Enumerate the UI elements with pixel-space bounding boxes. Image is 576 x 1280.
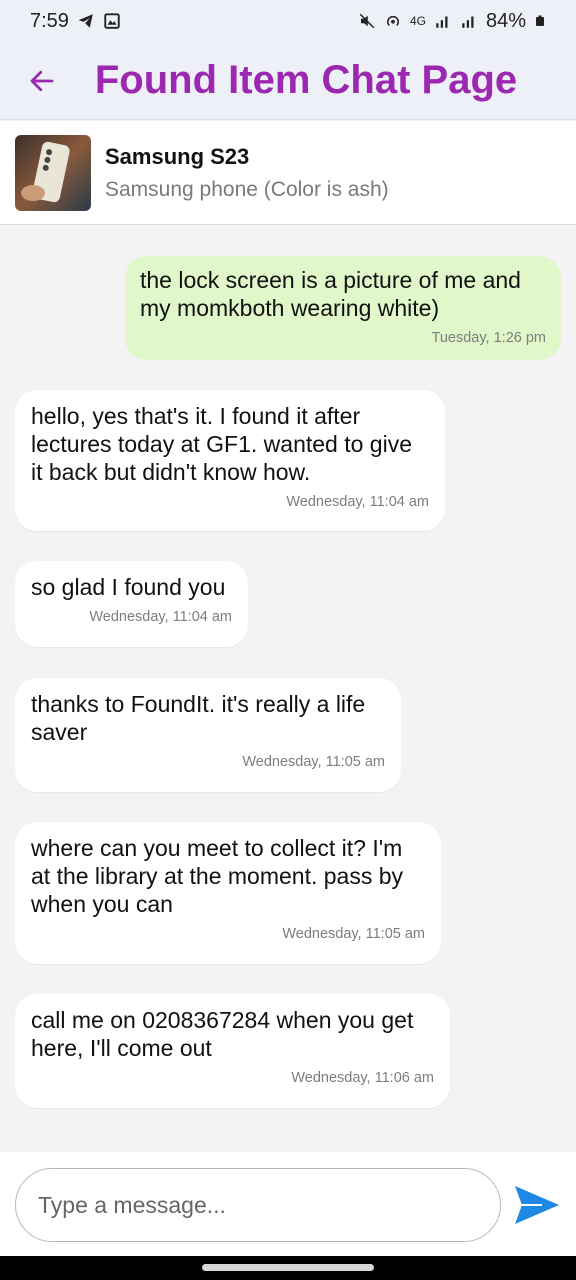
item-header[interactable]: Samsung S23 Samsung phone (Color is ash): [0, 121, 576, 225]
status-bar: 7:59 4G 84%: [0, 0, 576, 42]
back-button[interactable]: [12, 51, 72, 111]
network-type: 4G: [409, 14, 426, 28]
message-text: the lock screen is a picture of me and m…: [140, 267, 521, 321]
phone-photo-icon: [15, 134, 91, 211]
message-input[interactable]: [38, 1191, 500, 1219]
message-bubble-outgoing[interactable]: the lock screen is a picture of me and m…: [125, 256, 561, 360]
item-description: Samsung phone (Color is ash): [105, 177, 389, 201]
home-indicator[interactable]: [202, 1264, 374, 1271]
telegram-icon: [78, 14, 93, 28]
message-text: call me on 0208367284 when you get here,…: [31, 1007, 414, 1061]
message-time: Wednesday, 11:06 am: [291, 1070, 434, 1086]
message-bubble-incoming[interactable]: thanks to FoundIt. it's really a life sa…: [15, 678, 401, 792]
send-icon: [515, 1186, 559, 1224]
message-text: thanks to FoundIt. it's really a life sa…: [31, 691, 366, 745]
message-bubble-incoming[interactable]: where can you meet to collect it? I'm at…: [15, 822, 441, 964]
message-text: hello, yes that's it. I found it after l…: [31, 403, 412, 485]
battery-percent: 84%: [485, 9, 526, 32]
mute-icon: [359, 13, 375, 29]
message-text: where can you meet to collect it? I'm at…: [31, 835, 404, 917]
signal-icon-2: [462, 16, 474, 28]
message-time: Wednesday, 11:04 am: [286, 494, 429, 510]
message-time: Tuesday, 1:26 pm: [431, 330, 546, 346]
app-bar: Found Item Chat Page: [0, 42, 576, 120]
message-time: Wednesday, 11:04 am: [89, 609, 232, 625]
battery-icon: [536, 15, 544, 26]
message-bubble-incoming[interactable]: call me on 0208367284 when you get here,…: [15, 994, 450, 1108]
status-time: 7:59: [30, 9, 69, 32]
page-title: Found Item Chat Page: [94, 58, 518, 102]
message-text: so glad I found you: [31, 574, 226, 600]
signal-icon: [436, 16, 448, 28]
message-time: Wednesday, 11:05 am: [242, 754, 385, 770]
arrow-left-icon: [30, 70, 54, 91]
system-nav-bar: [0, 1256, 576, 1280]
hotspot-icon: [386, 15, 399, 27]
item-name: Samsung S23: [105, 143, 250, 169]
send-button[interactable]: [512, 1182, 562, 1228]
message-time: Wednesday, 11:05 am: [282, 926, 425, 942]
message-list[interactable]: the lock screen is a picture of me and m…: [0, 226, 576, 1152]
item-thumbnail: [15, 134, 91, 211]
message-bubble-incoming[interactable]: so glad I found you Wednesday, 11:04 am: [15, 561, 248, 647]
message-input-wrapper[interactable]: [15, 1168, 501, 1242]
gallery-icon: [104, 13, 120, 29]
message-bubble-incoming[interactable]: hello, yes that's it. I found it after l…: [15, 390, 445, 531]
composer: [0, 1152, 576, 1256]
